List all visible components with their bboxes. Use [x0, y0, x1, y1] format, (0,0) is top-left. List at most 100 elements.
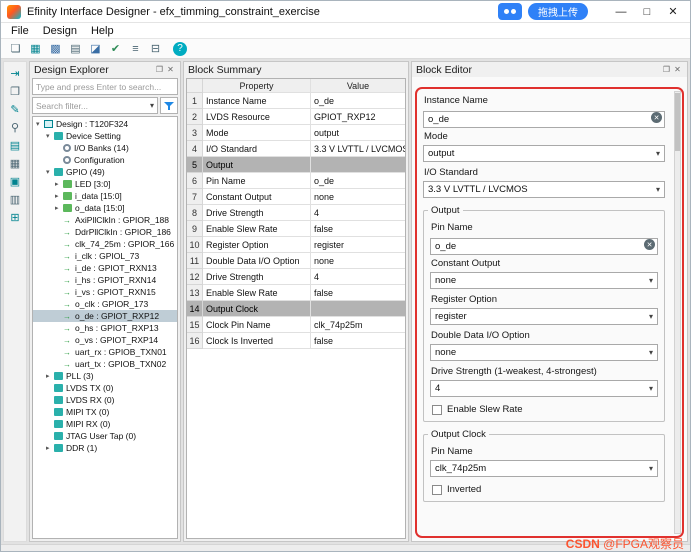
import-icon[interactable]: ⇥	[7, 66, 23, 81]
tree-item-device-setting[interactable]: Device Setting	[33, 130, 177, 142]
menu-help[interactable]: Help	[84, 25, 121, 37]
table-row[interactable]: 3Modeoutput	[187, 125, 405, 141]
tree-item-ddr[interactable]: DDR (1)	[33, 442, 177, 454]
scrollbar-thumb[interactable]	[675, 93, 680, 151]
floorplan-editor-icon[interactable]: ▦	[27, 41, 44, 57]
close-icon[interactable]	[165, 64, 176, 75]
filter-button[interactable]	[160, 97, 178, 114]
table-row[interactable]: 12Drive Strength4	[187, 269, 405, 285]
tree-item-axipllclkin[interactable]: AxiPllClkIn : GPIOR_188	[33, 214, 177, 226]
expander-icon[interactable]	[55, 192, 63, 200]
report-icon[interactable]: ▤	[7, 138, 23, 153]
close-icon[interactable]	[672, 64, 683, 75]
tree-item-uart-tx[interactable]: uart_tx : GPIOB_TXN02	[33, 358, 177, 370]
pin-grid-icon[interactable]: ⊞	[7, 210, 23, 225]
tree-item-io-banks[interactable]: I/O Banks (14)	[33, 142, 177, 154]
drag-upload-button[interactable]: 拖拽上传	[528, 3, 588, 20]
help-icon[interactable]: ?	[173, 42, 187, 56]
table-row[interactable]: 6Pin Nameo_de	[187, 173, 405, 189]
clear-icon[interactable]	[644, 239, 655, 250]
expander-icon[interactable]	[55, 180, 63, 188]
inverted-checkbox[interactable]	[432, 485, 442, 495]
menu-file[interactable]: File	[4, 25, 36, 37]
block-editor-header[interactable]: Block Editor	[412, 62, 687, 77]
tree-item-clk-74-25m[interactable]: clk_74_25m : GPIOR_166	[33, 238, 177, 250]
table-row[interactable]: 1Instance Nameo_de	[187, 93, 405, 109]
tree-item-mipi-rx[interactable]: MIPI RX (0)	[33, 418, 177, 430]
expander-icon[interactable]	[46, 372, 54, 380]
configuration-list-icon[interactable]: ≡	[127, 41, 144, 57]
block-summary-header[interactable]: Block Summary	[184, 62, 408, 77]
resource-report-icon[interactable]: ▤	[67, 41, 84, 57]
mode-select[interactable]: output	[423, 145, 665, 162]
tree-item-i-clk[interactable]: i_clk : GPIOL_73	[33, 250, 177, 262]
table-row[interactable]: 13Enable Slew Ratefalse	[187, 285, 405, 301]
table-row[interactable]: 9Enable Slew Ratefalse	[187, 221, 405, 237]
table-row[interactable]: 2LVDS ResourceGPIOT_RXP12	[187, 109, 405, 125]
table-row[interactable]: 11Double Data I/O Optionnone	[187, 253, 405, 269]
tree-item-o-data[interactable]: o_data [15:0]	[33, 202, 177, 214]
pin-name-input[interactable]	[430, 238, 658, 255]
register-option-select[interactable]: register	[430, 308, 658, 325]
tree-item-i-hs[interactable]: i_hs : GPIOT_RXN14	[33, 274, 177, 286]
scrollbar[interactable]	[674, 91, 681, 534]
table-row[interactable]: 16Clock Is Invertedfalse	[187, 333, 405, 349]
timing-browser-icon[interactable]: ◪	[87, 41, 104, 57]
open-project-icon[interactable]: ❏	[7, 41, 24, 57]
floorplan-icon[interactable]: ▦	[7, 156, 23, 171]
search-filter-combobox[interactable]: Search filter...	[32, 97, 158, 114]
table-row[interactable]: 15Clock Pin Nameclk_74p25m	[187, 317, 405, 333]
tree-item-o-hs[interactable]: o_hs : GPIOT_RXP13	[33, 322, 177, 334]
tree-item-i-data[interactable]: i_data [15:0]	[33, 190, 177, 202]
tree-item-i-de[interactable]: i_de : GPIOT_RXN13	[33, 262, 177, 274]
expander-icon[interactable]	[46, 444, 54, 452]
expander-icon[interactable]	[55, 204, 63, 212]
table-row[interactable]: 4I/O Standard3.3 V LVTTL / LVCMOS	[187, 141, 405, 157]
tree-item-design[interactable]: Design : T120F324	[33, 118, 177, 130]
zoom-icon[interactable]: ⚲	[7, 120, 23, 135]
tree-item-uart-rx[interactable]: uart_rx : GPIOB_TXN01	[33, 346, 177, 358]
enable-slew-rate-checkbox[interactable]	[432, 405, 442, 415]
table-section-row[interactable]: 5Output	[187, 157, 405, 173]
double-data-io-select[interactable]: none	[430, 344, 658, 361]
float-icon[interactable]	[154, 64, 165, 75]
tree-item-lvds-rx[interactable]: LVDS RX (0)	[33, 394, 177, 406]
tree-item-lvds-tx[interactable]: LVDS TX (0)	[33, 382, 177, 394]
tree-item-ddrpllclkin[interactable]: DdrPllClkIn : GPIOR_186	[33, 226, 177, 238]
search-input[interactable]	[32, 78, 178, 95]
tree-item-gpio[interactable]: GPIO (49)	[33, 166, 177, 178]
tree-item-jtag-user-tap[interactable]: JTAG User Tap (0)	[33, 430, 177, 442]
drive-strength-select[interactable]: 4	[430, 380, 658, 397]
instance-name-input[interactable]	[423, 111, 665, 128]
tree-item-o-clk[interactable]: o_clk : GPIOR_173	[33, 298, 177, 310]
float-window-icon[interactable]: ❐	[7, 84, 23, 99]
minimize-button[interactable]: —	[608, 2, 634, 22]
tree-item-pll[interactable]: PLL (3)	[33, 370, 177, 382]
expander-icon[interactable]	[46, 132, 54, 140]
constant-output-select[interactable]: none	[430, 272, 658, 289]
close-button[interactable]: ✕	[660, 2, 686, 22]
expander-icon[interactable]	[36, 120, 44, 128]
io-standard-select[interactable]: 3.3 V LVTTL / LVCMOS	[423, 181, 665, 198]
tree-item-led[interactable]: LED [3:0]	[33, 178, 177, 190]
tree-item-mipi-tx[interactable]: MIPI TX (0)	[33, 406, 177, 418]
chip-icon[interactable]: ▣	[7, 174, 23, 189]
table-row[interactable]: 8Drive Strength4	[187, 205, 405, 221]
package-viewer-icon[interactable]: ▩	[47, 41, 64, 57]
check-design-icon[interactable]: ✔	[107, 41, 124, 57]
tree-item-o-de[interactable]: o_de : GPIOT_RXP12	[33, 310, 177, 322]
edit-icon[interactable]: ✎	[7, 102, 23, 117]
float-icon[interactable]	[661, 64, 672, 75]
menu-design[interactable]: Design	[36, 25, 84, 37]
upload-widget-icon[interactable]	[498, 3, 522, 20]
expander-icon[interactable]	[46, 168, 54, 176]
tree-item-i-vs[interactable]: i_vs : GPIOT_RXN15	[33, 286, 177, 298]
memory-icon[interactable]: ▥	[7, 192, 23, 207]
tree-item-o-vs[interactable]: o_vs : GPIOT_RXP14	[33, 334, 177, 346]
tree-item-configuration[interactable]: Configuration	[33, 154, 177, 166]
table-row[interactable]: 7Constant Outputnone	[187, 189, 405, 205]
print-icon[interactable]: ⊟	[147, 41, 164, 57]
design-explorer-header[interactable]: Design Explorer	[30, 62, 180, 77]
clear-icon[interactable]	[651, 112, 662, 123]
clock-pin-name-select[interactable]: clk_74p25m	[430, 460, 658, 477]
